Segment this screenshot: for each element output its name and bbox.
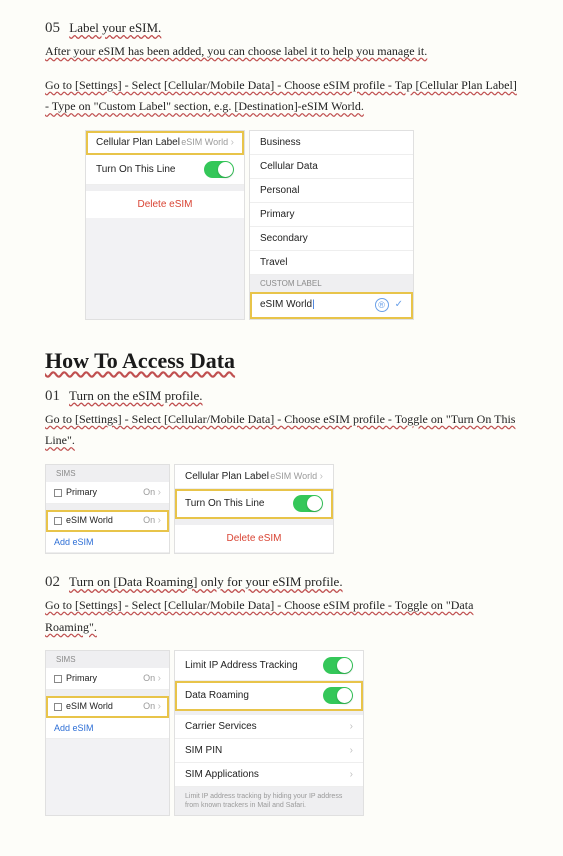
add-esim-row[interactable]: Add eSIM: [46, 718, 169, 739]
row-label: Carrier Services: [185, 721, 257, 732]
sim-apps-row[interactable]: SIM Applications ›: [175, 763, 363, 787]
label-options-panel: Business Cellular Data Personal Primary …: [249, 130, 414, 320]
chevron-right-icon: ›: [158, 673, 161, 684]
clear-icon[interactable]: ®: [375, 298, 389, 312]
step-number: 01: [45, 388, 60, 404]
step-title: Turn on the eSIM profile.: [69, 388, 203, 403]
add-esim-link[interactable]: Add eSIM: [54, 537, 94, 547]
sim-row-primary[interactable]: Primary On ›: [46, 668, 169, 690]
data-roaming-row[interactable]: Data Roaming: [175, 681, 363, 711]
label-option[interactable]: Travel: [250, 251, 413, 275]
cellular-plan-label-row[interactable]: Cellular Plan Label eSIM World ›: [86, 131, 244, 155]
sims-header: SIMs: [46, 465, 169, 482]
delete-esim-button[interactable]: Delete eSIM: [86, 191, 244, 218]
sim-icon: [54, 517, 62, 525]
toggle-on-icon[interactable]: [323, 687, 353, 704]
add-esim-link[interactable]: Add eSIM: [54, 723, 94, 733]
row-label: Turn On This Line: [185, 498, 264, 509]
row-label: SIM PIN: [185, 745, 222, 756]
chevron-right-icon: ›: [320, 471, 323, 482]
sim-icon: [54, 703, 62, 711]
row-value: eSIM World ›: [270, 471, 323, 482]
step-05-instruction-1: After your eSIM has been added, you can …: [45, 41, 518, 63]
check-icon[interactable]: ✓: [395, 299, 403, 310]
toggle-on-icon[interactable]: [293, 495, 323, 512]
label-option[interactable]: Primary: [250, 203, 413, 227]
label-option[interactable]: Business: [250, 131, 413, 155]
step-02-heading: 02 Turn on [Data Roaming] only for your …: [45, 574, 518, 591]
toggle-on-icon[interactable]: [204, 161, 234, 178]
sim-row-primary[interactable]: Primary On ›: [46, 482, 169, 504]
custom-label-header: CUSTOM LABEL: [250, 275, 413, 292]
plan-panel: Cellular Plan Label eSIM World › Turn On…: [85, 130, 245, 320]
turn-on-line-row[interactable]: Turn On This Line: [175, 489, 333, 519]
row-value: eSIM World ›: [181, 137, 234, 148]
row-label: Turn On This Line: [96, 164, 175, 175]
step-title: Label your eSIM.: [69, 20, 161, 35]
step-01-instruction: Go to [Settings] - Select [Cellular/Mobi…: [45, 409, 518, 452]
mock-data-roaming: SIMs Primary On › eSIM World On › Add eS…: [45, 650, 518, 816]
step-05-instruction-2: Go to [Settings] - Select [Cellular/Mobi…: [45, 75, 518, 118]
section-heading: How To Access Data: [45, 348, 518, 374]
step-title: Turn on [Data Roaming] only for your eSI…: [69, 574, 343, 589]
label-option[interactable]: Personal: [250, 179, 413, 203]
roaming-panel: Limit IP Address Tracking Data Roaming C…: [174, 650, 364, 816]
sims-header: SIMs: [46, 651, 169, 668]
toggle-on-icon[interactable]: [323, 657, 353, 674]
chevron-right-icon: ›: [350, 769, 353, 780]
step-02-instruction: Go to [Settings] - Select [Cellular/Mobi…: [45, 595, 518, 638]
cellular-plan-label-row[interactable]: Cellular Plan Label eSIM World ›: [175, 465, 333, 489]
label-option[interactable]: Secondary: [250, 227, 413, 251]
chevron-right-icon: ›: [158, 515, 161, 526]
chevron-right-icon: ›: [231, 137, 234, 148]
sims-panel: SIMs Primary On › eSIM World On › Add eS…: [45, 464, 170, 554]
row-label: Limit IP Address Tracking: [185, 660, 298, 671]
label-option[interactable]: Cellular Data: [250, 155, 413, 179]
row-label: Cellular Plan Label: [185, 471, 269, 482]
plan-panel-2: Cellular Plan Label eSIM World › Turn On…: [174, 464, 334, 554]
step-05-heading: 05 Label your eSIM.: [45, 20, 518, 37]
custom-label-input-row[interactable]: eSIM World| ® ✓: [250, 292, 413, 319]
step-01-heading: 01 Turn on the eSIM profile.: [45, 388, 518, 405]
chevron-right-icon: ›: [158, 701, 161, 712]
chevron-right-icon: ›: [158, 487, 161, 498]
add-esim-row[interactable]: Add eSIM: [46, 532, 169, 553]
sim-row-esim[interactable]: eSIM World On ›: [46, 510, 169, 532]
chevron-right-icon: ›: [350, 745, 353, 756]
sim-row-esim[interactable]: eSIM World On ›: [46, 696, 169, 718]
sim-icon: [54, 675, 62, 683]
delete-esim-button[interactable]: Delete eSIM: [175, 525, 333, 552]
carrier-services-row[interactable]: Carrier Services ›: [175, 715, 363, 739]
step-number: 02: [45, 574, 60, 590]
sim-pin-row[interactable]: SIM PIN ›: [175, 739, 363, 763]
chevron-right-icon: ›: [350, 721, 353, 732]
sim-icon: [54, 489, 62, 497]
row-label: Data Roaming: [185, 690, 249, 701]
sims-panel-2: SIMs Primary On › eSIM World On › Add eS…: [45, 650, 170, 816]
limit-ip-row[interactable]: Limit IP Address Tracking: [175, 651, 363, 681]
custom-label-value: eSIM World: [260, 299, 312, 310]
footer-note: Limit IP address tracking by hiding your…: [175, 787, 363, 815]
mock-label-esim: Cellular Plan Label eSIM World › Turn On…: [45, 130, 518, 320]
turn-on-line-row[interactable]: Turn On This Line: [86, 155, 244, 185]
row-label: Cellular Plan Label: [96, 137, 180, 148]
step-number: 05: [45, 20, 60, 36]
row-label: SIM Applications: [185, 769, 259, 780]
mock-turn-on-esim: SIMs Primary On › eSIM World On › Add eS…: [45, 464, 518, 554]
